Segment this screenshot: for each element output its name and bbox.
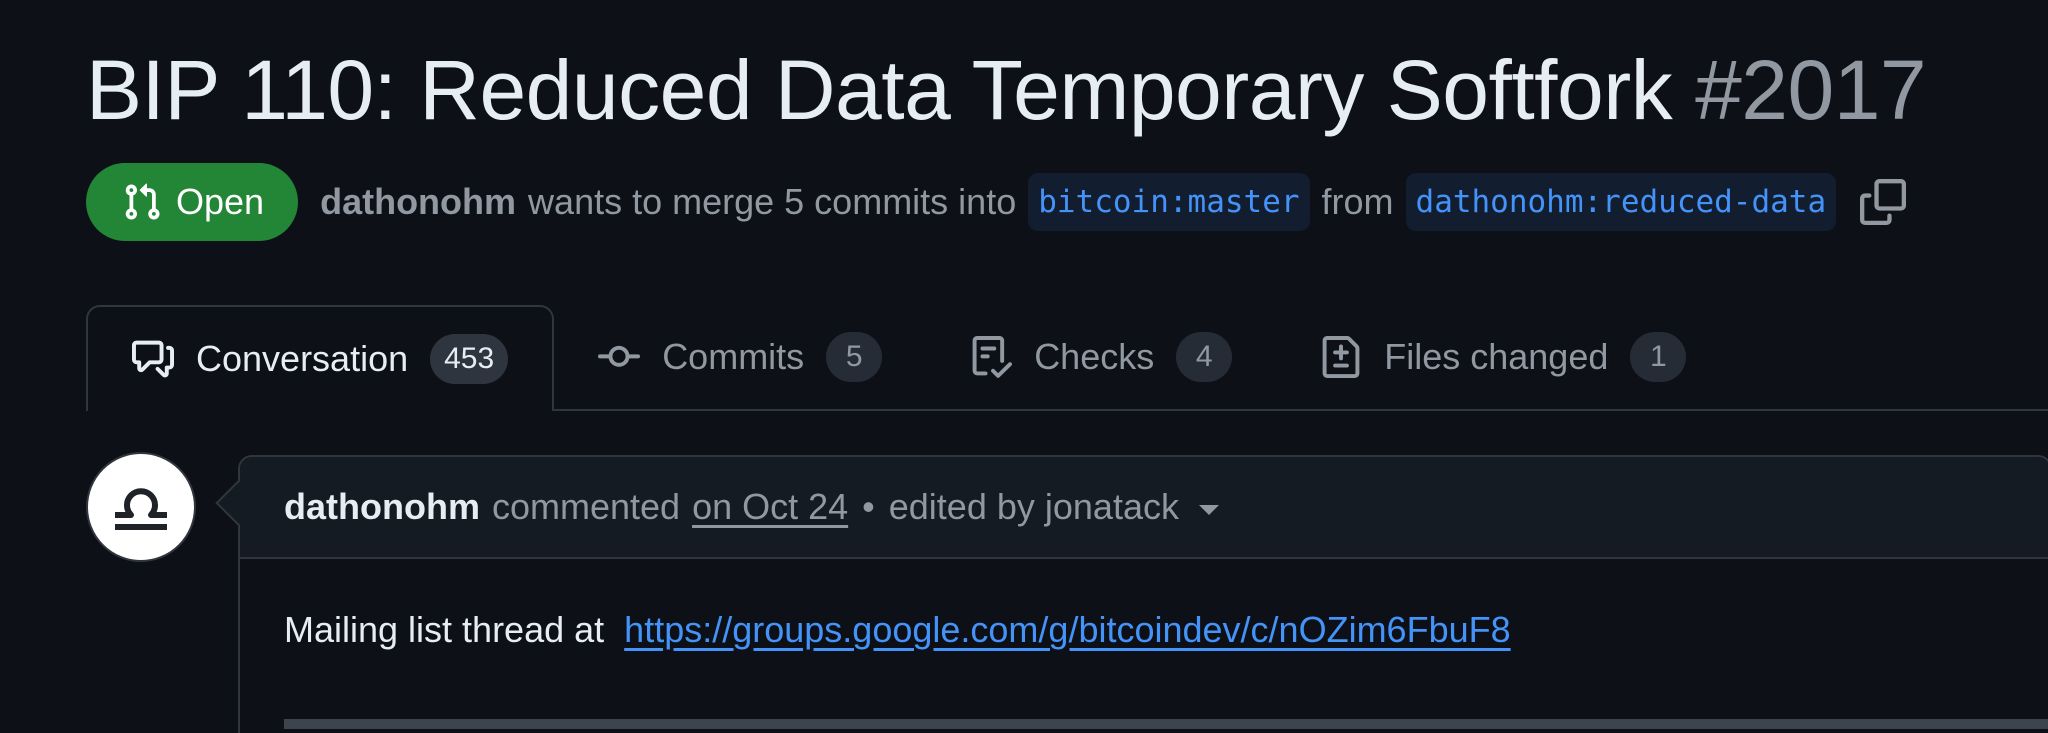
tab-checks-count: 4 xyxy=(1176,332,1233,382)
base-branch[interactable]: bitcoin:master xyxy=(1028,173,1310,231)
tab-files-changed-label: Files changed xyxy=(1384,336,1609,377)
tab-conversation[interactable]: Conversation 453 xyxy=(86,305,555,411)
avatar[interactable] xyxy=(86,452,196,562)
edit-history-caret-icon[interactable] xyxy=(1198,505,1219,515)
comment-verb: commented xyxy=(491,486,681,527)
comment-body: Mailing list thread at https://groups.go… xyxy=(240,559,2048,651)
git-pull-request-icon xyxy=(125,183,160,220)
pr-title: BIP 110: Reduced Data Temporary Softfork… xyxy=(86,43,1927,137)
pr-number: #2017 xyxy=(1695,43,1927,137)
pull-request-page: BIP 110: Reduced Data Temporary Softfork… xyxy=(0,0,2048,733)
tab-conversation-label: Conversation xyxy=(196,338,409,379)
tab-checks-label: Checks xyxy=(1034,336,1155,377)
tab-files-changed[interactable]: Files changed 1 xyxy=(1276,305,1730,409)
comment-body-text: Mailing list thread at xyxy=(284,609,605,650)
pr-author-link[interactable]: dathonohm xyxy=(320,181,516,223)
comment-separator: • xyxy=(862,486,875,527)
pr-tabs: Conversation 453 Commits 5 Checks 4 File… xyxy=(86,305,1730,411)
pr-state-label: Open xyxy=(176,181,265,222)
tab-commits-label: Commits xyxy=(662,336,805,377)
from-label: from xyxy=(1321,181,1394,222)
git-commit-icon xyxy=(598,345,641,367)
libra-symbol-icon xyxy=(115,488,167,530)
copy-icon[interactable] xyxy=(1860,179,1907,225)
checklist-icon xyxy=(972,336,1013,378)
tab-checks[interactable]: Checks 4 xyxy=(926,305,1276,409)
pr-state-badge: Open xyxy=(86,163,299,241)
merge-description: wants to merge 5 commits into xyxy=(528,181,1017,222)
pr-meta: Open dathonohm wants to merge 5 commits … xyxy=(86,162,1907,242)
mailing-list-link[interactable]: https://groups.google.com/g/bitcoindev/c… xyxy=(624,609,1510,650)
comment-header: dathonohm commented on Oct 24 • edited b… xyxy=(240,457,2048,559)
tab-commits-count: 5 xyxy=(826,332,883,382)
tab-commits[interactable]: Commits 5 xyxy=(554,305,926,409)
comment-card: dathonohm commented on Oct 24 • edited b… xyxy=(238,455,2048,733)
comment-date-link[interactable]: on Oct 24 xyxy=(692,486,848,528)
tab-files-changed-count: 1 xyxy=(1630,332,1687,382)
comment-divider xyxy=(284,719,2048,729)
comment-author-link[interactable]: dathonohm xyxy=(284,486,480,528)
pr-title-text: BIP 110: Reduced Data Temporary Softfork xyxy=(86,43,1673,137)
file-diff-icon xyxy=(1322,336,1360,378)
comment-discussion-icon xyxy=(132,340,174,378)
edited-by-label[interactable]: edited by jonatack xyxy=(889,486,1179,528)
head-branch[interactable]: dathonohm:reduced-data xyxy=(1405,173,1837,231)
tab-conversation-count: 453 xyxy=(430,334,509,384)
